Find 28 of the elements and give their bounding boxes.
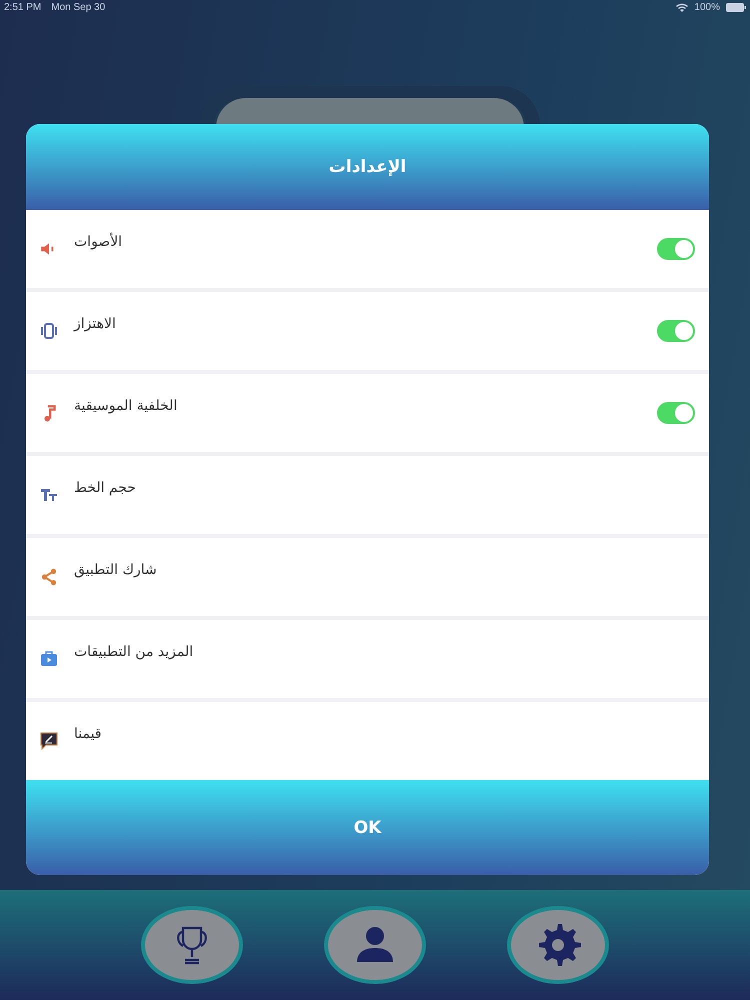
setting-label: الاهتزاز [74,316,116,332]
dialog-title: الإعدادات [26,124,709,210]
battery-icon [726,2,746,12]
app-store-bag-icon [40,650,58,668]
setting-label: الأصوات [74,234,122,250]
settings-row[interactable]: المزيد من التطبيقات [26,620,709,698]
font-size-icon [40,486,58,504]
toggle-switch[interactable] [657,402,695,424]
toggle-switch[interactable] [657,320,695,342]
settings-row[interactable]: الخلفية الموسيقية [26,374,709,452]
setting-label: شارك التطبيق [74,562,157,578]
status-date: Mon Sep 30 [51,2,106,12]
settings-row[interactable]: الاهتزاز [26,292,709,370]
wifi-icon [676,2,688,12]
share-icon [40,568,58,586]
setting-label: المزيد من التطبيقات [74,644,194,660]
setting-label: حجم الخط [74,480,136,496]
setting-label: الخلفية الموسيقية [74,398,178,414]
toggle-switch[interactable] [657,238,695,260]
settings-row[interactable]: شارك التطبيق [26,538,709,616]
settings-row[interactable]: قيمنا [26,702,709,780]
vibrating-phone-icon [40,322,58,340]
settings-row[interactable]: حجم الخط [26,456,709,534]
setting-label: قيمنا [74,726,102,742]
battery-level: 100% [694,2,720,12]
settings-row[interactable]: الأصوات [26,210,709,288]
feedback-pencil-icon [40,732,58,750]
status-time: 2:51 PM [4,2,42,12]
